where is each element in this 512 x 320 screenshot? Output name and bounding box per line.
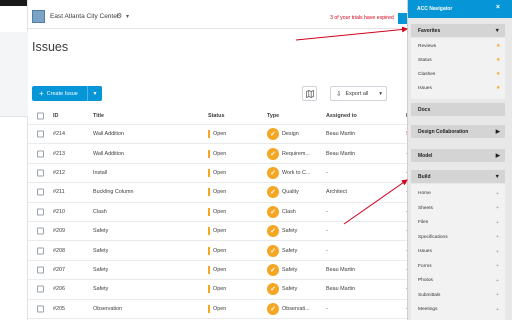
annotation-arrows	[295, 26, 408, 225]
annotation-arrow-favorites	[295, 26, 408, 41]
annotation-arrow-build	[343, 179, 408, 225]
